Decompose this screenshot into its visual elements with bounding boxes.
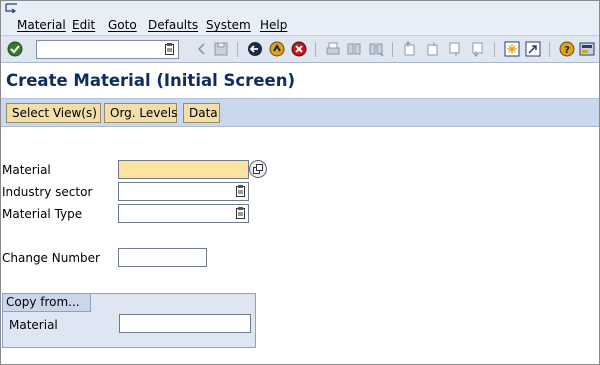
industry-sector-field[interactable] bbox=[118, 182, 249, 201]
toolbar-separator bbox=[549, 42, 550, 57]
data-button[interactable]: Data bbox=[183, 103, 220, 123]
create-entry-icon bbox=[253, 164, 263, 174]
select-views-button[interactable]: Select View(s) bbox=[6, 103, 101, 123]
menu-system[interactable]: System bbox=[206, 17, 251, 33]
command-history-icon[interactable] bbox=[165, 43, 174, 55]
previous-page-icon[interactable] bbox=[425, 41, 441, 57]
exit-icon[interactable] bbox=[269, 41, 285, 57]
back-icon[interactable] bbox=[194, 41, 210, 57]
material-type-field[interactable] bbox=[118, 204, 249, 223]
page-title: Create Material (Initial Screen) bbox=[6, 71, 295, 90]
toolbar-separator bbox=[237, 42, 238, 57]
copy-from-title: Copy from... bbox=[6, 295, 80, 309]
copy-from-tab: Copy from... bbox=[3, 294, 91, 312]
enter-checkmark-icon[interactable] bbox=[7, 41, 23, 57]
shortcut-icon[interactable] bbox=[525, 41, 541, 57]
material-type-label: Material Type bbox=[2, 207, 83, 221]
command-field[interactable] bbox=[36, 40, 179, 59]
industry-sector-label: Industry sector bbox=[2, 185, 93, 199]
menu-help[interactable]: Help bbox=[260, 17, 287, 33]
title-bar: Create Material (Initial Screen) bbox=[1, 63, 599, 98]
menu-defaults[interactable]: Defaults bbox=[148, 17, 198, 33]
toolbar-separator bbox=[315, 42, 316, 57]
material-field[interactable] bbox=[118, 160, 249, 179]
copy-material-label: Material bbox=[9, 318, 58, 332]
last-page-icon[interactable] bbox=[470, 41, 486, 57]
toolbar-separator bbox=[392, 42, 393, 57]
change-number-label: Change Number bbox=[2, 251, 100, 265]
org-levels-button[interactable]: Org. Levels bbox=[104, 103, 177, 123]
find-next-icon[interactable] bbox=[368, 41, 384, 57]
cancel-icon[interactable] bbox=[291, 41, 307, 57]
toolbar-separator bbox=[494, 42, 495, 57]
standard-toolbar: ? bbox=[1, 35, 599, 63]
system-menu-icon[interactable] bbox=[5, 3, 19, 13]
save-icon[interactable] bbox=[213, 41, 229, 57]
menu-edit[interactable]: Edit bbox=[72, 17, 95, 33]
copy-material-field[interactable] bbox=[119, 314, 251, 333]
menu-bar: Material Edit Goto Defaults System Help bbox=[1, 1, 599, 35]
material-match-button[interactable] bbox=[249, 160, 267, 178]
first-page-icon[interactable] bbox=[402, 41, 418, 57]
menu-material[interactable]: Material bbox=[17, 17, 66, 33]
value-help-icon[interactable] bbox=[236, 207, 245, 219]
customize-layout-icon[interactable] bbox=[579, 41, 595, 57]
copy-from-group: Copy from... Material bbox=[2, 293, 256, 348]
create-session-icon[interactable] bbox=[504, 41, 520, 57]
svg-text:?: ? bbox=[564, 45, 570, 56]
find-icon[interactable] bbox=[346, 41, 362, 57]
change-number-field[interactable] bbox=[118, 248, 207, 267]
value-help-icon[interactable] bbox=[236, 185, 245, 197]
print-icon[interactable] bbox=[325, 41, 341, 57]
material-label: Material bbox=[2, 163, 51, 177]
application-toolbar: Select View(s) Org. Levels Data bbox=[1, 98, 599, 127]
next-page-icon[interactable] bbox=[447, 41, 463, 57]
form-area: Material Industry sector Material Type C… bbox=[1, 128, 599, 364]
help-icon[interactable]: ? bbox=[559, 41, 575, 57]
back-arrow-icon[interactable] bbox=[247, 41, 263, 57]
menu-goto[interactable]: Goto bbox=[108, 17, 137, 33]
